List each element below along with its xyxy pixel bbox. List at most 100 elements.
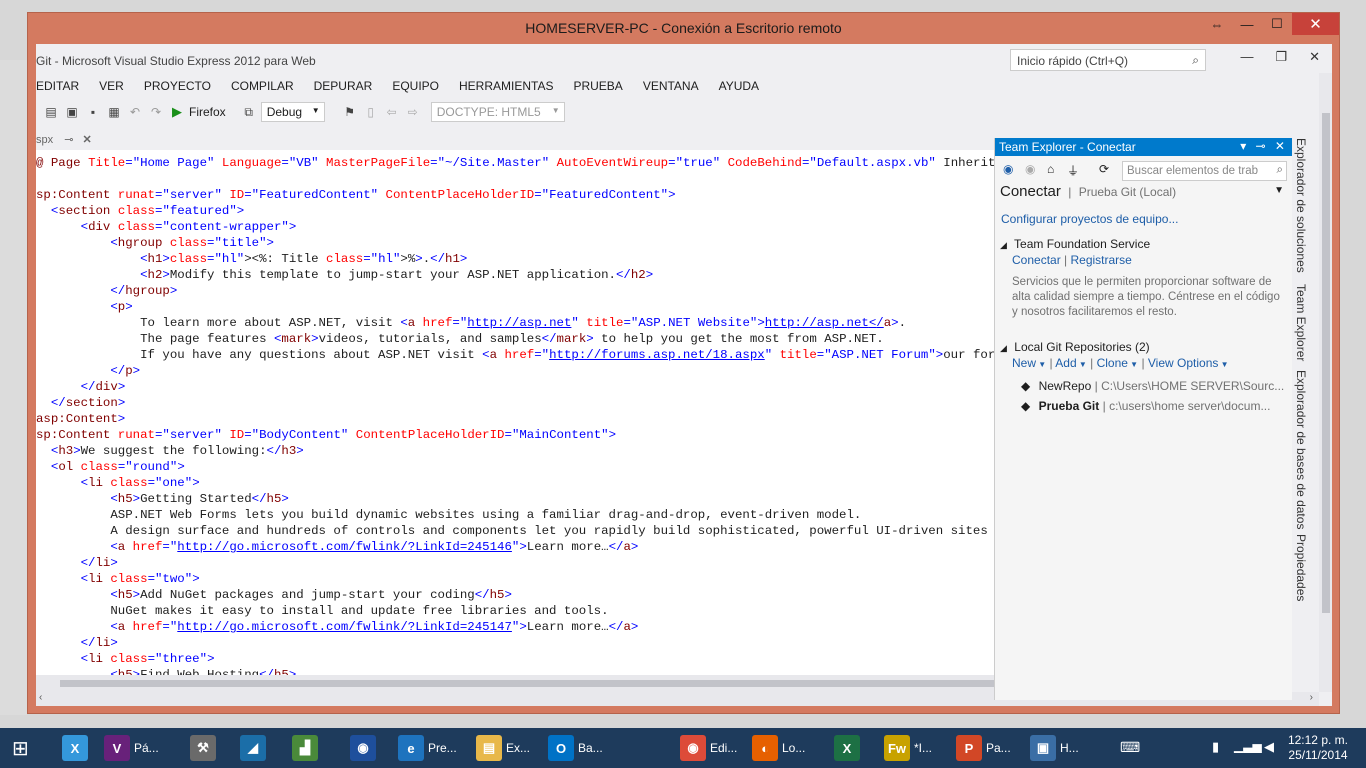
panel-window-controls[interactable]: ▾ ⊸ ✕	[1240, 139, 1288, 153]
scroll-left-icon[interactable]: ‹	[39, 692, 42, 703]
menu-prueba[interactable]: PRUEBA	[563, 75, 632, 97]
configuration-select[interactable]: Debug ▼	[260, 102, 325, 122]
menu-equipo[interactable]: EQUIPO	[382, 75, 449, 97]
taskbar-pinned-xamarin[interactable]: X	[62, 730, 92, 766]
tfs-register-link[interactable]: Registrarse	[1071, 253, 1132, 267]
git-repo-item-active[interactable]: ◆ Prueba Git | c:\users\home server\docu…	[1021, 399, 1287, 413]
clock-time: 12:12 p. m.	[1287, 733, 1348, 747]
volume-icon[interactable]: ◀	[1264, 739, 1274, 755]
team-explorer-header[interactable]: Team Explorer - Conectar ▾ ⊸ ✕	[995, 138, 1292, 156]
connect-plug-icon[interactable]: ⏚	[1067, 162, 1079, 179]
vertical-scrollbar[interactable]	[1319, 73, 1332, 692]
code-line: <h5>Find Web Hosting</h5>	[110, 668, 297, 675]
menu-ver[interactable]: VER	[89, 75, 134, 97]
taskbar-item[interactable]: ▣ H...	[1030, 730, 1079, 766]
rdp-maximize-button[interactable]: ☐	[1262, 13, 1292, 35]
undo-icon[interactable]: ↶	[126, 101, 144, 123]
menu-proyecto[interactable]: PROYECTO	[134, 75, 221, 97]
side-tab-team-explorer[interactable]: Team Explorer	[1294, 284, 1308, 361]
side-tab-solution-explorer[interactable]: Explorador de soluciones	[1294, 138, 1308, 273]
vs-titlebar[interactable]: Git - Microsoft Visual Studio Express 20…	[36, 44, 1332, 73]
home-icon[interactable]: ⌂	[1047, 162, 1054, 176]
search-placeholder: Buscar elementos de trab	[1127, 165, 1259, 177]
work-item-search-input[interactable]: Buscar elementos de trab ⌕	[1122, 161, 1287, 181]
code-editor[interactable]: @ Page Title="Home Page" Language="VB" M…	[36, 150, 994, 675]
taskbar-item[interactable]: e Pre...	[398, 730, 457, 766]
start-button[interactable]: ⊞	[12, 730, 29, 766]
rdp-titlebar[interactable]: HOMESERVER-PC - Conexión a Escritorio re…	[28, 13, 1339, 44]
save-icon[interactable]: ▪	[84, 101, 102, 123]
taskbar-item[interactable]: Fw *I...	[884, 730, 932, 766]
tfs-section-header[interactable]: ◢ Team Foundation Service	[1000, 237, 1150, 251]
menu-herramientas[interactable]: HERRAMIENTAS	[449, 75, 563, 97]
tfs-connect-link[interactable]: Conectar	[1012, 253, 1061, 267]
back-icon[interactable]: ◉	[1003, 162, 1013, 176]
vs-close-button[interactable]: ✕	[1309, 49, 1320, 65]
repo-name: NewRepo	[1038, 379, 1092, 393]
comment-icon[interactable]: ▯	[362, 101, 380, 123]
code-line: <p>	[110, 300, 133, 314]
taskbar-item[interactable]: O Ba...	[548, 730, 603, 766]
pin-icon[interactable]: ⊸	[64, 134, 73, 146]
taskbar-item[interactable]: ◐ Lo...	[752, 730, 805, 766]
keyboard-icon[interactable]: ⌨	[1120, 739, 1140, 756]
bookmark-next-icon[interactable]: ⇨	[404, 101, 422, 123]
code-line: The page features <mark>videos, tutorial…	[36, 332, 884, 346]
git-clone-button[interactable]: Clone	[1097, 356, 1128, 370]
taskbar-pinned-app-icon[interactable]: X	[834, 730, 864, 766]
browser-selector[interactable]: Firefox	[189, 105, 226, 119]
app-icon: e	[398, 735, 424, 761]
code-line: </p>	[110, 364, 141, 378]
side-tab-database-explorer[interactable]: Explorador de bases de datos	[1294, 370, 1308, 529]
new-project-icon[interactable]: ▤	[42, 101, 60, 123]
taskbar-item[interactable]: P Pa...	[956, 730, 1011, 766]
taskbar-pinned-app-icon[interactable]: ▟	[292, 730, 322, 766]
forward-icon[interactable]: ◉	[1025, 162, 1035, 176]
menu-ventana[interactable]: VENTANA	[633, 75, 709, 97]
git-add-button[interactable]: Add	[1055, 356, 1076, 370]
battery-icon[interactable]: ▮	[1212, 739, 1219, 755]
taskbar-item[interactable]: ◉ Edi...	[680, 730, 737, 766]
rdp-close-button[interactable]: ✕	[1292, 13, 1339, 35]
signal-icon[interactable]: ▁▃▅	[1234, 739, 1262, 753]
rdp-restore-icon[interactable]: ⇔	[1202, 13, 1232, 35]
vs-restore-button[interactable]: ❐	[1275, 49, 1287, 65]
refresh-icon[interactable]: ⟳	[1099, 162, 1109, 176]
taskbar-pinned-app-icon[interactable]: ◢	[240, 730, 270, 766]
vs-minimize-button[interactable]: —	[1240, 49, 1253, 65]
browser-link-icon[interactable]: ⧉	[240, 101, 258, 123]
document-tab[interactable]: spx ⊸ ✕	[36, 130, 96, 149]
redo-icon[interactable]: ↷	[147, 101, 165, 123]
git-new-button[interactable]: New	[1012, 356, 1036, 370]
configure-projects-link[interactable]: Configurar proyectos de equipo...	[1001, 212, 1178, 226]
attach-icon[interactable]: ⚑	[341, 101, 359, 123]
start-debug-icon[interactable]: ▶	[168, 101, 186, 123]
taskbar-pinned-app-icon[interactable]: ⚒	[190, 730, 220, 766]
close-tab-icon[interactable]: ✕	[82, 134, 91, 146]
git-repo-item[interactable]: ◆ NewRepo | C:\Users\HOME SERVER\Sourc..…	[1021, 379, 1287, 393]
taskbar-item[interactable]: V Pá...	[104, 730, 159, 766]
menu-depurar[interactable]: DEPURAR	[304, 75, 383, 97]
menu-editar[interactable]: EDITAR	[36, 75, 89, 97]
taskbar-item[interactable]: ▤ Ex...	[476, 730, 530, 766]
side-tab-properties[interactable]: Propiedades	[1294, 534, 1308, 601]
code-line: <div class="content-wrapper">	[80, 220, 297, 234]
menu-compilar[interactable]: COMPILAR	[221, 75, 304, 97]
taskbar-clock[interactable]: 12:12 p. m. 25/11/2014	[1288, 733, 1348, 763]
git-section-header[interactable]: ◢ Local Git Repositories (2)	[1000, 340, 1150, 354]
rdp-minimize-button[interactable]: —	[1232, 13, 1262, 35]
save-all-icon[interactable]: ▦	[105, 101, 123, 123]
code-line: <h1>class="hl"><%: Title class="hl">%>.<…	[140, 252, 468, 266]
scroll-right-icon[interactable]: ›	[1310, 692, 1313, 703]
menu-ayuda[interactable]: AYUDA	[709, 75, 769, 97]
doctype-select[interactable]: DOCTYPE: HTML5 ▼	[430, 102, 565, 122]
open-file-icon[interactable]: ▣	[63, 101, 81, 123]
quick-launch-input[interactable]: Inicio rápido (Ctrl+Q) ⌕	[1010, 49, 1206, 71]
code-line: </li>	[80, 636, 118, 650]
chevron-down-icon[interactable]: ▼	[1274, 185, 1284, 196]
git-view-options-button[interactable]: View Options	[1148, 356, 1218, 370]
taskbar-pinned-app-icon[interactable]: ◉	[350, 730, 380, 766]
editor-horizontal-scrollbar[interactable]	[36, 675, 994, 692]
bookmark-icon[interactable]: ⇦	[383, 101, 401, 123]
taskbar-item-label: *I...	[914, 741, 933, 755]
